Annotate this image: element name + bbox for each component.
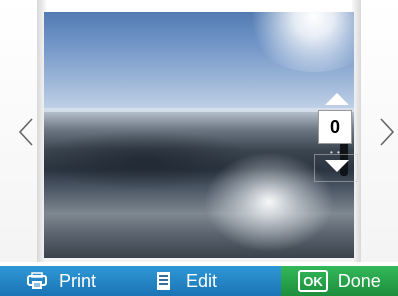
stepper-value: 0 — [318, 110, 352, 144]
sea-line — [44, 108, 354, 112]
done-label: Done — [337, 270, 381, 291]
chevron-left-icon[interactable] — [18, 117, 34, 147]
triangle-up-icon[interactable] — [324, 92, 350, 106]
photo-preview[interactable] — [44, 12, 354, 258]
printer-icon — [27, 272, 47, 289]
triangle-down-icon[interactable] — [324, 159, 350, 173]
edit-label: Edit — [186, 270, 218, 291]
document-icon — [157, 272, 171, 290]
chevron-right-icon[interactable] — [379, 117, 395, 147]
print-button[interactable]: Print — [27, 271, 96, 292]
toolbar-blue-section: Print Edit — [0, 266, 281, 296]
sun-glow — [244, 12, 354, 72]
ok-badge: OK — [298, 270, 328, 292]
print-label: Print — [59, 270, 97, 291]
done-button[interactable]: OK Done — [298, 270, 381, 292]
edit-button[interactable]: Edit — [154, 271, 217, 292]
toolbar-green-section: OK Done — [281, 266, 398, 296]
copies-stepper[interactable]: 0 • • — [314, 92, 358, 182]
bottom-toolbar: Print Edit OK Done — [0, 266, 398, 296]
